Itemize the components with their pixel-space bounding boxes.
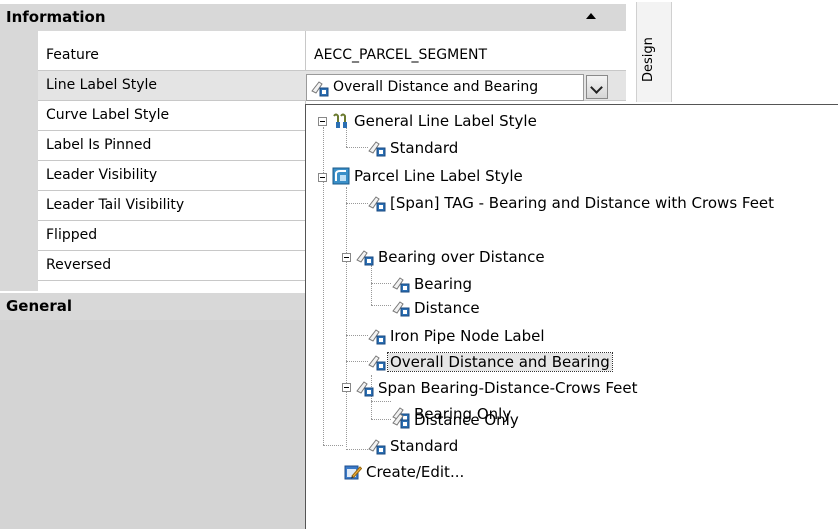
label-style-icon — [368, 196, 386, 212]
tree-node-label: Bearing — [414, 275, 473, 293]
collapse-toggle-icon[interactable] — [318, 117, 327, 126]
design-tab[interactable]: Design — [636, 2, 672, 102]
tree-connector — [371, 265, 373, 305]
tree-connector — [346, 335, 368, 337]
dropdown-button[interactable] — [586, 75, 608, 99]
property-name: Flipped — [46, 227, 98, 243]
tree-node-label: Distance Only — [414, 411, 519, 429]
tree-connector — [346, 203, 368, 205]
tree-connector — [346, 187, 348, 447]
label-style-group-icon — [333, 113, 347, 128]
property-name: Reversed — [46, 257, 112, 273]
tree-connector — [346, 147, 368, 149]
label-style-icon — [392, 413, 410, 429]
section-information-title: Information — [6, 8, 106, 26]
chevron-down-icon — [590, 81, 603, 94]
tree-node-label: [Span] TAG - Bearing and Distance with C… — [390, 194, 775, 212]
tree-node-label: Parcel Line Label Style — [354, 167, 523, 185]
collapse-arrow-icon[interactable] — [586, 13, 596, 19]
label-style-icon — [368, 355, 386, 371]
tree-connector — [371, 419, 391, 421]
property-row-feature[interactable]: Feature AECC_PARCEL_SEGMENT — [38, 41, 626, 71]
collapse-toggle-icon[interactable] — [318, 173, 327, 182]
label-style-icon — [392, 277, 410, 293]
tree-node-label: General Line Label Style — [354, 112, 537, 130]
label-style-icon — [392, 301, 410, 317]
tree-connector — [346, 361, 368, 363]
tree-connector — [346, 449, 368, 451]
tree-node-label: Span Bearing-Distance-Crows Feet — [378, 379, 638, 397]
tree-node-label: Overall Distance and Bearing — [387, 352, 613, 372]
property-name: Leader Tail Visibility — [46, 197, 185, 213]
tree-node-label: Create/Edit... — [366, 463, 465, 481]
design-tab-label: Design — [641, 37, 656, 82]
property-name: Label Is Pinned — [46, 137, 152, 153]
edit-pencil-icon — [344, 465, 362, 480]
property-name: Feature — [46, 47, 99, 63]
tree-connector — [371, 305, 391, 307]
label-style-icon — [356, 381, 374, 397]
label-style-icon — [368, 329, 386, 345]
tree-connector — [371, 283, 391, 285]
tree-node-label: Distance — [414, 299, 480, 317]
tree-connector — [323, 445, 343, 447]
collapse-toggle-icon[interactable] — [342, 383, 351, 392]
tree-node-label: Iron Pipe Node Label — [390, 327, 545, 345]
indent-column — [0, 31, 38, 291]
line-label-style-combobox[interactable]: Overall Distance and Bearing — [306, 74, 584, 101]
property-name: Curve Label Style — [46, 107, 170, 123]
tree-node-label: Bearing over Distance — [378, 248, 545, 266]
tree-node-label: Standard — [390, 139, 459, 157]
label-style-icon — [311, 81, 329, 97]
section-information-header[interactable]: Information — [0, 4, 626, 31]
property-name: Line Label Style — [46, 77, 158, 93]
style-tree-dropdown: General Line Label Style Standard Parcel… — [305, 104, 838, 529]
tree-connector — [371, 401, 391, 403]
combobox-value: Overall Distance and Bearing — [333, 79, 539, 95]
property-name: Leader Visibility — [46, 167, 158, 183]
property-value: AECC_PARCEL_SEGMENT — [314, 47, 488, 63]
label-style-icon — [356, 250, 374, 266]
label-style-icon — [368, 439, 386, 455]
tree-connector — [346, 127, 348, 147]
section-general-title: General — [6, 297, 72, 315]
parcel-style-icon — [332, 167, 350, 185]
label-style-icon — [368, 141, 386, 157]
tree-node-label: Standard — [390, 437, 459, 455]
collapse-toggle-icon[interactable] — [342, 253, 351, 262]
